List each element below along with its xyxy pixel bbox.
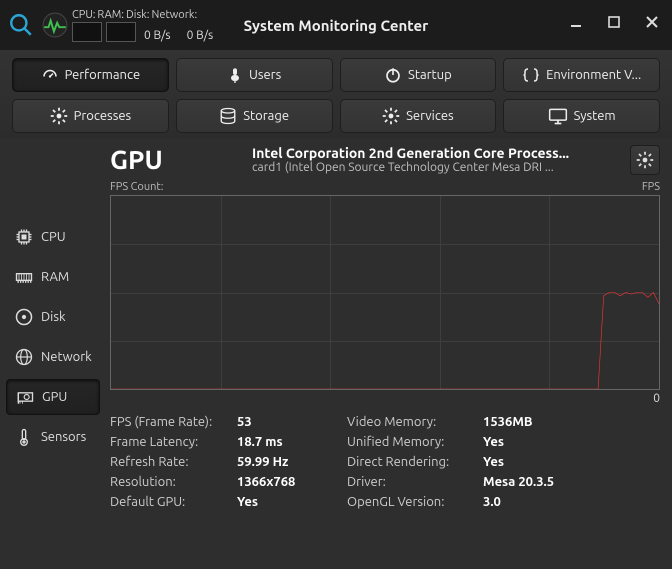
stat-label: Unified Memory: bbox=[347, 435, 483, 449]
stat-value: Yes bbox=[483, 455, 660, 469]
stat-label: FPS (Frame Rate): bbox=[110, 415, 237, 429]
search-icon[interactable] bbox=[4, 8, 38, 42]
tab-users[interactable]: Users bbox=[176, 58, 333, 92]
stat-label: Frame Latency: bbox=[110, 435, 237, 449]
panel-labels: CPU: RAM: Disk: Network: bbox=[72, 9, 213, 21]
stat-label: Driver: bbox=[347, 475, 483, 489]
gpu-device-sub: card1 (Intel Open Source Technology Cent… bbox=[252, 161, 622, 174]
panel-cpu-graph bbox=[72, 22, 102, 42]
stat-label: Refresh Rate: bbox=[110, 455, 237, 469]
sidebar-item-ram[interactable]: RAM bbox=[6, 259, 100, 295]
disk-icon bbox=[14, 307, 34, 327]
stat-value: Mesa 20.3.5 bbox=[483, 475, 660, 489]
stat-value: 53 bbox=[237, 415, 347, 429]
ram-icon bbox=[14, 267, 34, 287]
stat-value: Yes bbox=[483, 435, 660, 449]
sidebar-item-network[interactable]: Network bbox=[6, 339, 100, 375]
sidebar-item-gpu[interactable]: GPU bbox=[6, 379, 100, 415]
stat-value: 59.99 Hz bbox=[237, 455, 347, 469]
chart-settings-button[interactable] bbox=[630, 145, 660, 175]
tab-system[interactable]: System bbox=[503, 99, 660, 133]
tab-services[interactable]: Services bbox=[340, 99, 497, 133]
gpu-stats: FPS (Frame Rate):53Video Memory:1536MB Fr… bbox=[110, 415, 660, 509]
stat-label: Direct Rendering: bbox=[347, 455, 483, 469]
close-button[interactable] bbox=[640, 10, 664, 34]
stat-value: 1536MB bbox=[483, 415, 660, 429]
stat-label: Video Memory: bbox=[347, 415, 483, 429]
panel-disk-rate: 0 B/s bbox=[144, 29, 171, 42]
tab-performance[interactable]: Performance bbox=[12, 58, 169, 92]
stat-value: 18.7 ms bbox=[237, 435, 347, 449]
stat-value: 3.0 bbox=[483, 495, 660, 509]
stat-label: Default GPU: bbox=[110, 495, 237, 509]
chart-left-label: FPS Count: bbox=[110, 181, 163, 193]
chart-zero-label: 0 bbox=[110, 392, 660, 405]
perf-sidebar: CPU RAM Disk Network GPU Sensors bbox=[0, 139, 104, 568]
maximize-button[interactable] bbox=[602, 10, 626, 34]
page-title: GPU bbox=[110, 145, 244, 174]
panel-net-rate: 0 B/s bbox=[187, 29, 214, 42]
gpu-device-name: Intel Corporation 2nd Generation Core Pr… bbox=[252, 145, 622, 161]
top-toolbar: PerformanceUsersStartupEnvironment V... … bbox=[0, 50, 672, 139]
chart-right-label: FPS bbox=[642, 181, 660, 193]
sidebar-item-sensors[interactable]: Sensors bbox=[6, 419, 100, 455]
tab-storage[interactable]: Storage bbox=[176, 99, 333, 133]
tab-env[interactable]: Environment V... bbox=[503, 58, 660, 92]
sensors-icon bbox=[14, 427, 34, 447]
tab-startup[interactable]: Startup bbox=[340, 58, 497, 92]
fps-chart bbox=[110, 195, 660, 390]
stat-label: OpenGL Version: bbox=[347, 495, 483, 509]
panel-ram-graph bbox=[106, 22, 136, 42]
sidebar-item-cpu[interactable]: CPU bbox=[6, 219, 100, 255]
cpu-icon bbox=[14, 227, 34, 247]
monitor-applet-icon[interactable] bbox=[42, 12, 68, 38]
gpu-icon bbox=[15, 387, 35, 407]
minimize-button[interactable] bbox=[564, 10, 588, 34]
network-icon bbox=[14, 347, 34, 367]
tab-processes[interactable]: Processes bbox=[12, 99, 169, 133]
stat-label: Resolution: bbox=[110, 475, 237, 489]
stat-value: 1366x768 bbox=[237, 475, 347, 489]
stat-value: Yes bbox=[237, 495, 347, 509]
sidebar-item-disk[interactable]: Disk bbox=[6, 299, 100, 335]
